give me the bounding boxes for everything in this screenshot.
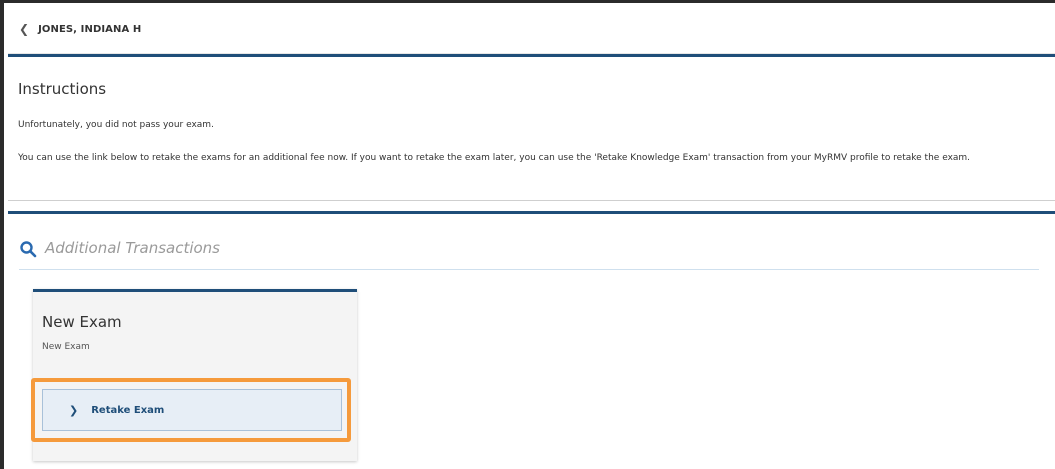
instructions-panel: Instructions Unfortunately, you did not … [8, 54, 1055, 201]
chevron-right-icon: ❯ [69, 403, 79, 417]
additional-transactions-header: Additional Transactions [19, 238, 1039, 270]
top-bar: ❮ JONES, INDIANA H [8, 3, 1055, 54]
retake-exam-label: Retake Exam [91, 404, 165, 416]
chevron-left-icon: ❮ [19, 22, 30, 36]
back-link[interactable]: ❮ JONES, INDIANA H [19, 20, 141, 38]
new-exam-card: New Exam New Exam [33, 289, 357, 461]
card-title: New Exam [42, 313, 122, 331]
additional-transactions-title: Additional Transactions [45, 239, 220, 257]
card-subtitle: New Exam [42, 342, 90, 352]
instructions-title: Instructions [18, 80, 107, 98]
instructions-fail-message: Unfortunately, you did not pass your exa… [18, 120, 214, 130]
customer-name: JONES, INDIANA H [38, 23, 142, 35]
search-icon [20, 241, 37, 258]
instructions-retake-message: You can use the link below to retake the… [18, 153, 971, 163]
retake-exam-button[interactable]: ❯ Retake Exam [42, 389, 342, 431]
